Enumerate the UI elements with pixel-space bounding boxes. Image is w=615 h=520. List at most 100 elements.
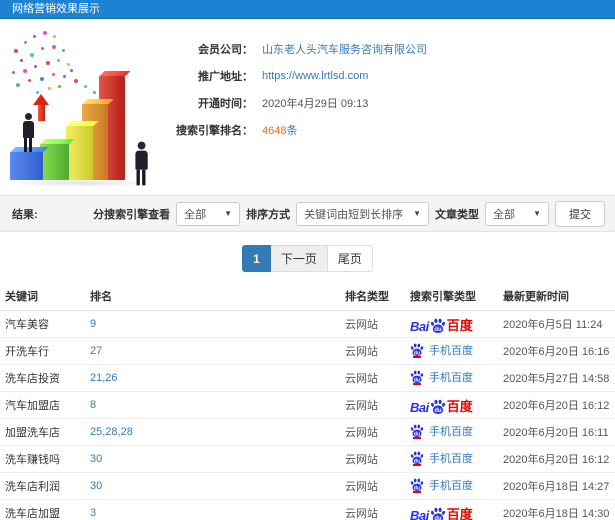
baidu-paw-icon: du	[430, 507, 446, 520]
table-row: 洗车店利润 30 云网站 Bai du	[0, 473, 615, 500]
rank-type-cell: 云网站	[345, 454, 378, 466]
update-time-cell: 2020年6月18日 14:27	[503, 481, 610, 493]
next-page-button[interactable]: 下一页	[270, 245, 328, 272]
company-link[interactable]: 山东老人头汽车服务咨询有限公司	[262, 41, 427, 57]
baidu-paw-icon: du	[430, 318, 446, 334]
engine-cell: Bai du 百度	[410, 477, 503, 495]
chevron-down-icon: ▼	[413, 209, 421, 218]
keyword-cell: 洗车赚钱吗	[5, 454, 60, 466]
summary-panel: 会员公司： 山东老人头汽车服务咨询有限公司 推广地址： https://www.…	[0, 19, 615, 195]
col-header-time: 最新更新时间	[503, 291, 569, 303]
bar-blue	[10, 152, 43, 180]
keyword-rank-table: 关键词 排名 排名类型 搜索引擎类型 最新更新时间 汽车美容 9 云网站 Bai	[0, 282, 615, 520]
chevron-down-icon: ▼	[224, 209, 233, 218]
businessman-figure-left	[20, 113, 36, 152]
baidu-logo: Bai du 百度	[410, 317, 473, 334]
article-type-select[interactable]: 全部 ▼	[485, 201, 549, 226]
page-title: 网络营销效果展示	[12, 3, 100, 15]
sort-selected: 关键词由短到长排序	[304, 208, 404, 221]
mobile-baidu-logo: du 手机百度	[410, 369, 473, 385]
info-row-company: 会员公司： 山东老人头汽车服务咨询有限公司	[155, 35, 615, 62]
rank-link[interactable]: 30	[90, 480, 345, 492]
engine-cell: Bai du 百度	[410, 369, 503, 387]
keyword-cell: 加盟洗车店	[5, 427, 60, 439]
mobile-baidu-logo: du 手机百度	[410, 342, 473, 358]
article-type-selected: 全部	[493, 208, 515, 221]
engine-rank-value: 4648条	[262, 122, 297, 138]
rank-type-cell: 云网站	[345, 481, 378, 493]
engine-view-select[interactable]: 全部 ▼	[176, 201, 241, 226]
page-header: 网络营销效果展示	[0, 0, 615, 19]
rank-link[interactable]: 30	[90, 453, 345, 465]
update-time-cell: 2020年6月18日 14:30	[503, 508, 610, 520]
rank-link[interactable]: 25,28,28	[90, 426, 345, 438]
rank-link[interactable]: 8	[90, 399, 345, 411]
info-row-url: 推广地址： https://www.lrtlsd.com	[155, 62, 615, 89]
engine-view-label: 分搜索引擎查看	[93, 208, 171, 221]
filter-bar: 结果: 分搜索引擎查看 全部 ▼ 排序方式 关键词由短到长排序 ▼ 文章类型 全…	[0, 195, 615, 232]
col-header-keyword: 关键词	[5, 291, 38, 303]
table-row: 开洗车行 27 云网站 Bai du	[0, 338, 615, 365]
open-time-value: 2020年4月29日 09:13	[262, 97, 369, 110]
rank-type-cell: 云网站	[345, 319, 378, 331]
member-info: 会员公司： 山东老人头汽车服务咨询有限公司 推广地址： https://www.…	[155, 35, 615, 143]
table-row: 汽车加盟店 8 云网站 Bai du 百度 2020年6月20日 16:12	[0, 392, 615, 419]
mobile-baidu-paw-icon: du	[410, 424, 424, 439]
table-header-row: 关键词 排名 排名类型 搜索引擎类型 最新更新时间	[0, 282, 615, 311]
info-row-rank-count: 搜索引擎排名： 4648条	[155, 116, 615, 143]
businessman-figure-right	[132, 141, 150, 186]
table-row: 洗车店投资 21,26 云网站 Bai du	[0, 365, 615, 392]
rank-type-cell: 云网站	[345, 373, 378, 385]
promo-url-label: 推广地址：	[198, 70, 253, 83]
baidu-paw-icon: du	[430, 399, 446, 415]
table-row: 加盟洗车店 25,28,28 云网站 Bai du	[0, 419, 615, 446]
rank-link[interactable]: 21,26	[90, 372, 345, 384]
col-header-engine: 搜索引擎类型	[410, 291, 476, 303]
keyword-cell: 汽车加盟店	[5, 400, 60, 412]
mobile-baidu-label: 手机百度	[429, 480, 473, 492]
svg-text:du: du	[434, 408, 442, 414]
engine-cell: Bai du 百度	[410, 504, 503, 520]
mobile-baidu-paw-icon: du	[410, 478, 424, 493]
update-time-cell: 2020年6月5日 11:24	[503, 319, 603, 331]
engine-view-selected: 全部	[184, 208, 207, 221]
rank-count-unit: 条	[286, 124, 298, 137]
table-body: 汽车美容 9 云网站 Bai du 百度 2020年6月5日 11:24 开洗车…	[0, 311, 615, 520]
svg-text:du: du	[434, 327, 442, 333]
page-1-button[interactable]: 1	[242, 245, 271, 272]
sort-select[interactable]: 关键词由短到长排序 ▼	[296, 201, 429, 226]
keyword-cell: 开洗车行	[5, 346, 49, 358]
rank-link[interactable]: 27	[90, 345, 345, 357]
submit-button[interactable]: 提交	[555, 200, 605, 227]
mobile-baidu-logo: du 手机百度	[410, 450, 473, 466]
update-time-cell: 2020年5月27日 14:58	[503, 373, 610, 385]
engine-cell: Bai du 百度	[410, 315, 503, 334]
mobile-baidu-paw-icon: du	[410, 343, 424, 358]
mobile-baidu-label: 手机百度	[429, 426, 473, 438]
col-header-rank: 排名	[90, 291, 112, 303]
update-time-cell: 2020年6月20日 16:12	[503, 454, 610, 466]
rank-type-cell: 云网站	[345, 346, 378, 358]
promo-url-link[interactable]: https://www.lrtlsd.com	[262, 70, 368, 82]
pagination: 1 下一页 尾页	[0, 245, 615, 272]
mobile-baidu-label: 手机百度	[429, 345, 473, 357]
sort-label: 排序方式	[246, 208, 291, 221]
update-time-cell: 2020年6月20日 16:16	[503, 346, 610, 358]
rank-link[interactable]: 3	[90, 507, 345, 519]
table-row: 汽车美容 9 云网站 Bai du 百度 2020年6月5日 11:24	[0, 311, 615, 338]
table-row: 洗车店加盟 3 云网站 Bai du 百度 2020年6月18日 14:30	[0, 500, 615, 520]
rank-link[interactable]: 9	[90, 318, 345, 330]
mobile-baidu-paw-icon: du	[410, 451, 424, 466]
keyword-cell: 洗车店加盟	[5, 508, 60, 520]
bar-yellow	[66, 126, 93, 180]
chevron-down-icon: ▼	[533, 209, 541, 218]
update-time-cell: 2020年6月20日 16:12	[503, 400, 610, 412]
engine-cell: Bai du 百度	[410, 396, 503, 415]
engine-cell: Bai du 百度	[410, 450, 503, 468]
col-header-rank-type: 排名类型	[345, 291, 389, 303]
last-page-button[interactable]: 尾页	[327, 245, 373, 272]
mobile-baidu-logo: du 手机百度	[410, 423, 473, 439]
rank-type-cell: 云网站	[345, 427, 378, 439]
keyword-cell: 汽车美容	[5, 319, 49, 331]
growth-chart-illustration	[0, 21, 165, 191]
